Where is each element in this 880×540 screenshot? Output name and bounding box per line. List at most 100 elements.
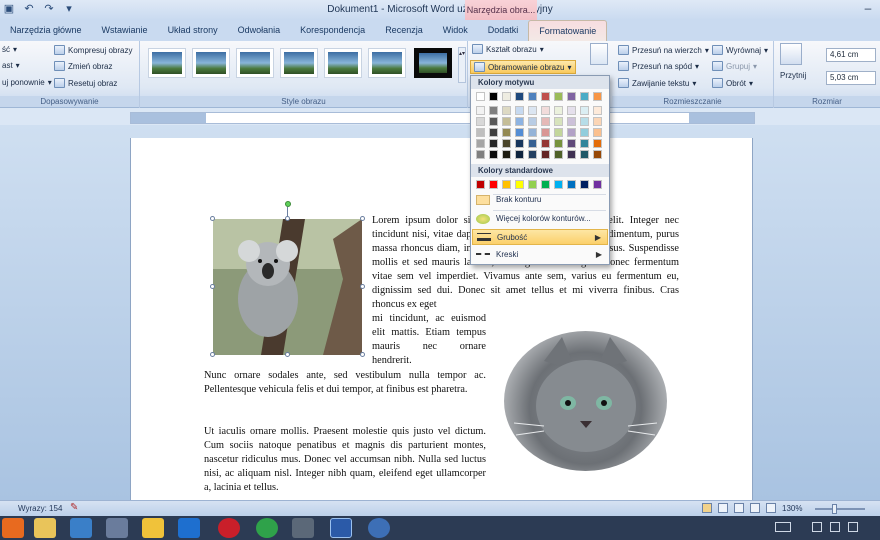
tab-references[interactable]: Odwołania — [228, 20, 291, 41]
paragraph-2[interactable]: Ut iaculis ornare mollis. Praesent moles… — [204, 425, 486, 495]
color-swatch[interactable] — [476, 128, 485, 137]
color-swatch[interactable] — [541, 92, 550, 101]
battery-icon[interactable] — [848, 522, 858, 532]
picture-shape-button[interactable]: Kształt obrazu ▾ — [472, 44, 544, 54]
color-swatch[interactable] — [528, 117, 537, 126]
picture-style-thumb[interactable] — [368, 48, 406, 78]
change-picture-button[interactable]: Zmień obraz — [54, 61, 112, 71]
spelling-icon[interactable]: ✎ — [70, 502, 82, 514]
color-swatch[interactable] — [502, 106, 511, 115]
color-swatch[interactable] — [541, 139, 550, 148]
color-swatch[interactable] — [554, 150, 563, 159]
color-swatch[interactable] — [489, 106, 498, 115]
rotate-button[interactable]: Obrót ▾ — [712, 78, 753, 88]
picture-style-thumb[interactable] — [148, 48, 186, 78]
color-swatch[interactable] — [541, 106, 550, 115]
bring-to-front-button[interactable]: Przesuń na wierzch ▾ — [618, 45, 709, 55]
color-swatch[interactable] — [528, 106, 537, 115]
tab-view[interactable]: Widok — [433, 20, 478, 41]
color-swatch[interactable] — [593, 92, 602, 101]
color-swatch[interactable] — [476, 150, 485, 159]
volume-icon[interactable] — [830, 522, 840, 532]
color-swatch[interactable] — [541, 128, 550, 137]
color-swatch[interactable] — [554, 106, 563, 115]
color-swatch[interactable] — [567, 117, 576, 126]
resize-handle[interactable] — [360, 284, 365, 289]
crop-icon[interactable] — [780, 43, 802, 65]
tab-page-layout[interactable]: Układ strony — [158, 20, 228, 41]
color-swatch[interactable] — [476, 106, 485, 115]
color-swatch[interactable] — [489, 139, 498, 148]
full-screen-icon[interactable] — [718, 503, 728, 513]
color-swatch[interactable] — [554, 180, 563, 189]
color-swatch[interactable] — [567, 106, 576, 115]
m-app-icon[interactable] — [178, 518, 200, 538]
resize-handle[interactable] — [285, 352, 290, 357]
text-wrap-button[interactable]: Zawijanie tekstu ▾ — [618, 78, 696, 88]
color-swatch[interactable] — [476, 92, 485, 101]
color-swatch[interactable] — [476, 117, 485, 126]
color-swatch[interactable] — [593, 180, 602, 189]
resize-handle[interactable] — [210, 352, 215, 357]
picture-style-thumb-selected[interactable] — [414, 48, 452, 78]
color-swatch[interactable] — [580, 180, 589, 189]
rotate-handle[interactable] — [285, 201, 291, 207]
cat-picture[interactable] — [504, 331, 667, 471]
group-button[interactable]: Grupuj ▾ — [712, 61, 757, 71]
color-swatch[interactable] — [541, 117, 550, 126]
color-swatch[interactable] — [528, 92, 537, 101]
keyboard-icon[interactable] — [775, 522, 791, 532]
contrast-button[interactable]: ast ▾ — [2, 61, 20, 70]
tray-icon[interactable] — [812, 522, 822, 532]
word-icon[interactable] — [330, 518, 352, 538]
tab-home[interactable]: Narzędzia główne — [0, 20, 92, 41]
width-field[interactable]: 5,03 cm — [826, 71, 876, 85]
picture-style-thumb[interactable] — [280, 48, 318, 78]
color-swatch[interactable] — [489, 150, 498, 159]
color-swatch[interactable] — [528, 139, 537, 148]
color-swatch[interactable] — [502, 128, 511, 137]
network-icon[interactable] — [106, 518, 128, 538]
paragraph-1-narrow[interactable]: mi tincidunt, ac euismod elit mattis. Et… — [372, 312, 486, 368]
color-swatch[interactable] — [502, 180, 511, 189]
picture-style-thumb[interactable] — [324, 48, 362, 78]
color-swatch[interactable] — [515, 139, 524, 148]
color-swatch[interactable] — [541, 180, 550, 189]
cat-app-icon[interactable] — [292, 518, 314, 538]
color-swatch[interactable] — [580, 92, 589, 101]
more-colors-item[interactable]: Więcej kolorów konturów... — [472, 211, 608, 227]
color-swatch[interactable] — [580, 117, 589, 126]
resize-handle[interactable] — [210, 284, 215, 289]
resize-handle[interactable] — [360, 352, 365, 357]
color-swatch[interactable] — [476, 180, 485, 189]
picture-style-thumb[interactable] — [192, 48, 230, 78]
color-swatch[interactable] — [502, 150, 511, 159]
color-swatch[interactable] — [567, 128, 576, 137]
reset-picture-button[interactable]: Resetuj obraz — [54, 78, 117, 88]
no-outline-item[interactable]: Brak konturu — [472, 192, 608, 208]
color-swatch[interactable] — [528, 128, 537, 137]
word-count[interactable]: Wyrazy: 154 — [18, 504, 62, 513]
resize-handle[interactable] — [360, 216, 365, 221]
help-icon[interactable] — [368, 518, 390, 538]
tab-insert[interactable]: Wstawianie — [92, 20, 158, 41]
color-swatch[interactable] — [502, 117, 511, 126]
color-swatch[interactable] — [515, 128, 524, 137]
color-swatch[interactable] — [515, 106, 524, 115]
color-swatch[interactable] — [567, 92, 576, 101]
crop-button[interactable]: Przytnij — [780, 71, 806, 80]
color-swatch[interactable] — [489, 180, 498, 189]
draft-icon[interactable] — [766, 503, 776, 513]
color-swatch[interactable] — [528, 180, 537, 189]
resize-handle[interactable] — [210, 216, 215, 221]
monitor-icon[interactable] — [70, 518, 92, 538]
color-swatch[interactable] — [515, 180, 524, 189]
tab-addins[interactable]: Dodatki — [478, 20, 529, 41]
color-swatch[interactable] — [567, 139, 576, 148]
tab-mailings[interactable]: Korespondencja — [290, 20, 375, 41]
minimize-icon[interactable]: – — [856, 0, 880, 18]
position-icon[interactable] — [590, 43, 608, 65]
color-swatch[interactable] — [515, 150, 524, 159]
color-swatch[interactable] — [515, 92, 524, 101]
paragraph-1-end[interactable]: Nunc ornare sodales ante, sed vestibulum… — [204, 369, 486, 397]
